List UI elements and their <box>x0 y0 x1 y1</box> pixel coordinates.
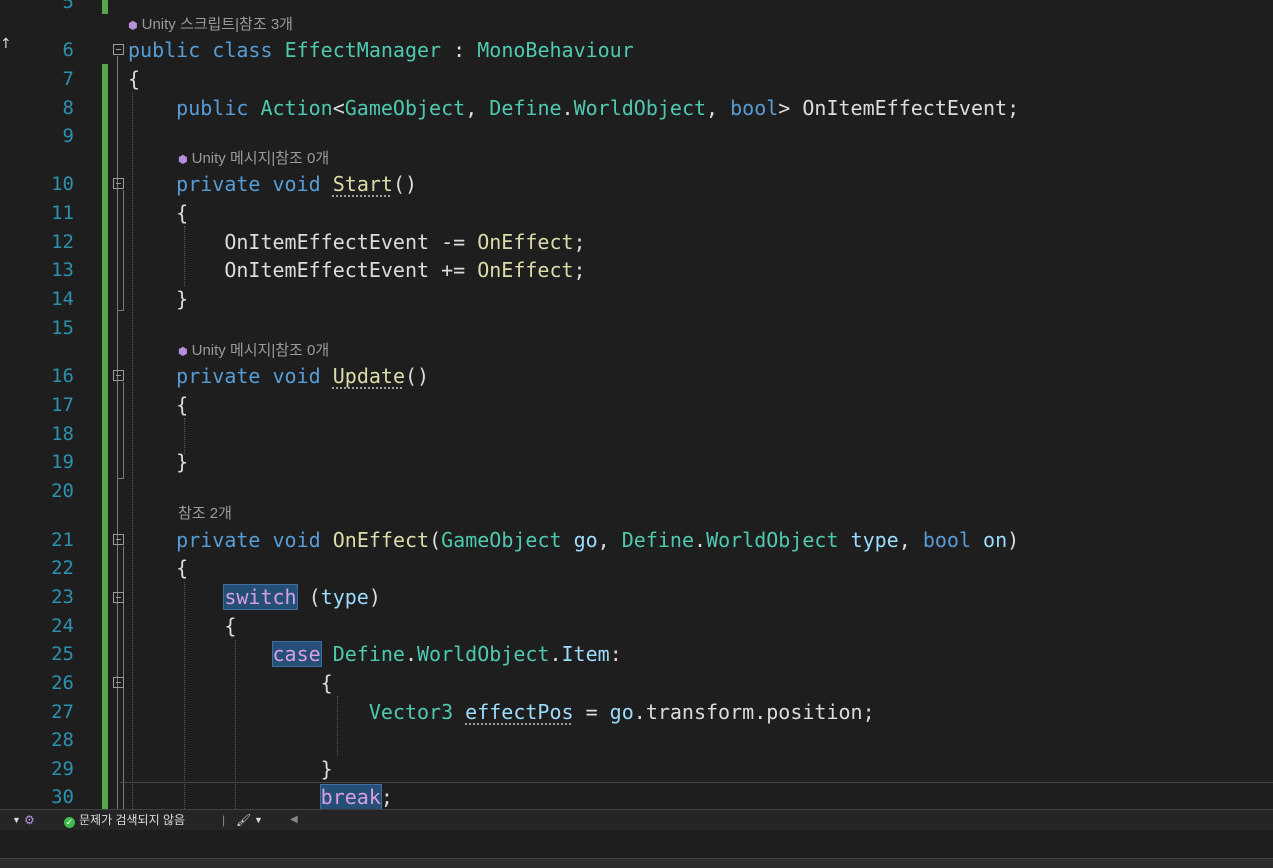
line-number: 23 <box>51 586 74 608</box>
code-line[interactable]: case Define.WorldObject.Item: <box>128 640 622 668</box>
divider: | <box>222 813 226 827</box>
scroll-left-icon[interactable]: ◀ <box>290 812 298 828</box>
code-line[interactable]: { <box>128 554 188 582</box>
code-line[interactable]: private void Update() <box>128 362 429 390</box>
line-number: 9 <box>62 125 74 147</box>
line-number: 29 <box>51 758 74 780</box>
editor-lower-area <box>0 830 1273 858</box>
code-line[interactable]: { <box>128 612 236 640</box>
line-number: 14 <box>51 288 74 310</box>
code-line[interactable]: OnItemEffectEvent += OnEffect; <box>128 256 585 284</box>
code-line[interactable]: } <box>128 285 188 313</box>
fold-toggle-icon[interactable] <box>113 44 124 55</box>
line-number: 15 <box>51 317 74 339</box>
line-number: 17 <box>51 394 74 416</box>
line-number: 19 <box>51 451 74 473</box>
codelens-update[interactable]: ⬢ Unity 메시지|참조 0개 <box>178 341 329 362</box>
code-line[interactable]: } <box>128 448 188 476</box>
code-cleanup-icon[interactable]: 🖌 <box>236 812 251 828</box>
line-number: 8 <box>62 97 74 119</box>
change-bar <box>102 64 108 809</box>
fold-end <box>118 310 124 311</box>
line-number: 27 <box>51 701 74 723</box>
fold-outline <box>123 382 124 478</box>
unity-cube-icon: ⬢ <box>178 154 188 166</box>
line-number: 26 <box>51 672 74 694</box>
fold-toggle-icon[interactable] <box>113 534 124 545</box>
codelens-oneffect[interactable]: 참조 2개 <box>178 504 232 524</box>
line-number: 6 <box>62 39 74 61</box>
code-line[interactable]: { <box>128 65 140 93</box>
code-line[interactable]: Vector3 effectPos = go.transform.positio… <box>128 698 875 726</box>
codelens-start[interactable]: ⬢ Unity 메시지|참조 0개 <box>178 149 329 170</box>
line-number: 13 <box>51 259 74 281</box>
issues-indicator[interactable]: ✓ 문제가 검색되지 않음 <box>64 812 185 828</box>
line-number: 18 <box>51 423 74 445</box>
code-line[interactable]: { <box>128 199 188 227</box>
code-line[interactable]: public class EffectManager : MonoBehavio… <box>128 36 634 64</box>
code-line[interactable]: OnItemEffectEvent -= OnEffect; <box>128 228 585 256</box>
fold-toggle-icon[interactable] <box>113 178 124 189</box>
change-bar <box>102 0 108 14</box>
fold-outline <box>117 56 118 809</box>
codelens-class[interactable]: ⬢ Unity 스크립트|참조 3개 <box>128 15 293 36</box>
code-line[interactable]: { <box>128 391 188 419</box>
code-line[interactable]: } <box>128 755 333 783</box>
unity-cube-icon: ⬢ <box>178 346 188 358</box>
fold-toggle-icon[interactable] <box>113 677 124 688</box>
line-number: 20 <box>51 480 74 502</box>
fold-outline <box>123 190 124 310</box>
code-line[interactable]: { <box>128 669 333 697</box>
editor-status-bar: ▼ ⚙ ✓ 문제가 검색되지 않음 | 🖌 ▼ ◀ <box>0 809 1273 830</box>
code-line[interactable]: private void Start() <box>128 170 417 198</box>
copilot-icon[interactable]: ⚙ <box>24 812 35 828</box>
scroll-arrow-icon[interactable]: ↑ <box>0 36 12 52</box>
code-editor[interactable]: ↑ 5 6 7 8 9 10 11 12 13 14 15 16 17 18 1… <box>0 0 1273 809</box>
line-number: 30 <box>51 786 74 808</box>
line-number: 12 <box>51 231 74 253</box>
fold-end <box>118 478 124 479</box>
line-number: 5 <box>62 0 74 13</box>
chevron-down-icon[interactable]: ▼ <box>254 812 263 828</box>
line-number: 7 <box>62 68 74 90</box>
fold-toggle-icon[interactable] <box>113 592 124 603</box>
code-line[interactable]: public Action<GameObject, Define.WorldOb… <box>128 94 1019 122</box>
line-number: 16 <box>51 365 74 387</box>
chevron-down-icon[interactable]: ▼ <box>12 812 21 828</box>
line-number: 11 <box>51 202 74 224</box>
code-line[interactable]: switch (type) <box>128 583 381 611</box>
unity-cube-icon: ⬢ <box>128 20 138 32</box>
line-number: 24 <box>51 615 74 637</box>
check-circle-icon: ✓ <box>64 817 75 828</box>
line-number: 21 <box>51 529 74 551</box>
line-number: 25 <box>51 643 74 665</box>
code-line[interactable]: private void OnEffect(GameObject go, Def… <box>128 526 1019 554</box>
fold-toggle-icon[interactable] <box>113 370 124 381</box>
line-number: 22 <box>51 557 74 579</box>
line-number: 10 <box>51 173 74 195</box>
line-number: 28 <box>51 729 74 751</box>
code-line[interactable]: break; <box>128 783 393 809</box>
